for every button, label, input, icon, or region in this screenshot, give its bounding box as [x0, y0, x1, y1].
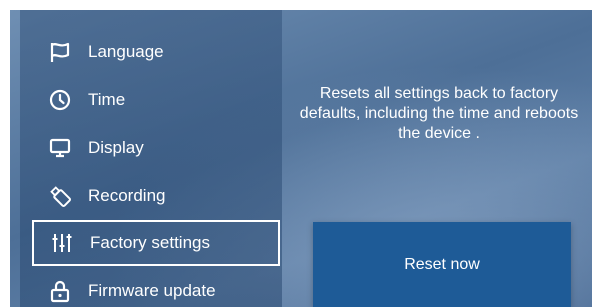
reset-now-button[interactable]: Reset now — [313, 222, 571, 307]
sidebar-item-label: Recording — [88, 186, 166, 205]
sidebar-item-partial[interactable] — [32, 10, 280, 24]
sidebar-item-label: Firmware update — [88, 281, 216, 300]
sidebar-item-recording[interactable]: Recording — [32, 173, 280, 219]
clock-icon — [48, 88, 72, 112]
lock-icon — [48, 279, 72, 303]
sidebar-item-time[interactable]: Time — [32, 77, 280, 123]
reset-description: Resets all settings back to factory defa… — [299, 85, 579, 142]
sidebar-item-label: Language — [88, 42, 164, 61]
settings-screen: Language Time Display Recording Factory — [10, 10, 592, 307]
monitor-icon — [48, 136, 72, 160]
sliders-icon — [50, 231, 74, 255]
partial-top-icon — [48, 10, 72, 13]
sidebar-item-language[interactable]: Language — [32, 29, 280, 75]
flag-icon — [48, 40, 72, 64]
sidebar-item-label: Time — [88, 90, 126, 109]
sidebar-item-label: Display — [88, 138, 144, 157]
settings-sidebar: Language Time Display Recording Factory — [20, 10, 282, 307]
sidebar-item-label: Factory settings — [90, 233, 210, 252]
usb-drive-icon — [48, 184, 72, 208]
sidebar-item-firmware-update[interactable]: Firmware update — [32, 268, 280, 307]
sidebar-item-factory-settings[interactable]: Factory settings — [32, 220, 280, 266]
sidebar-item-display[interactable]: Display — [32, 125, 280, 171]
